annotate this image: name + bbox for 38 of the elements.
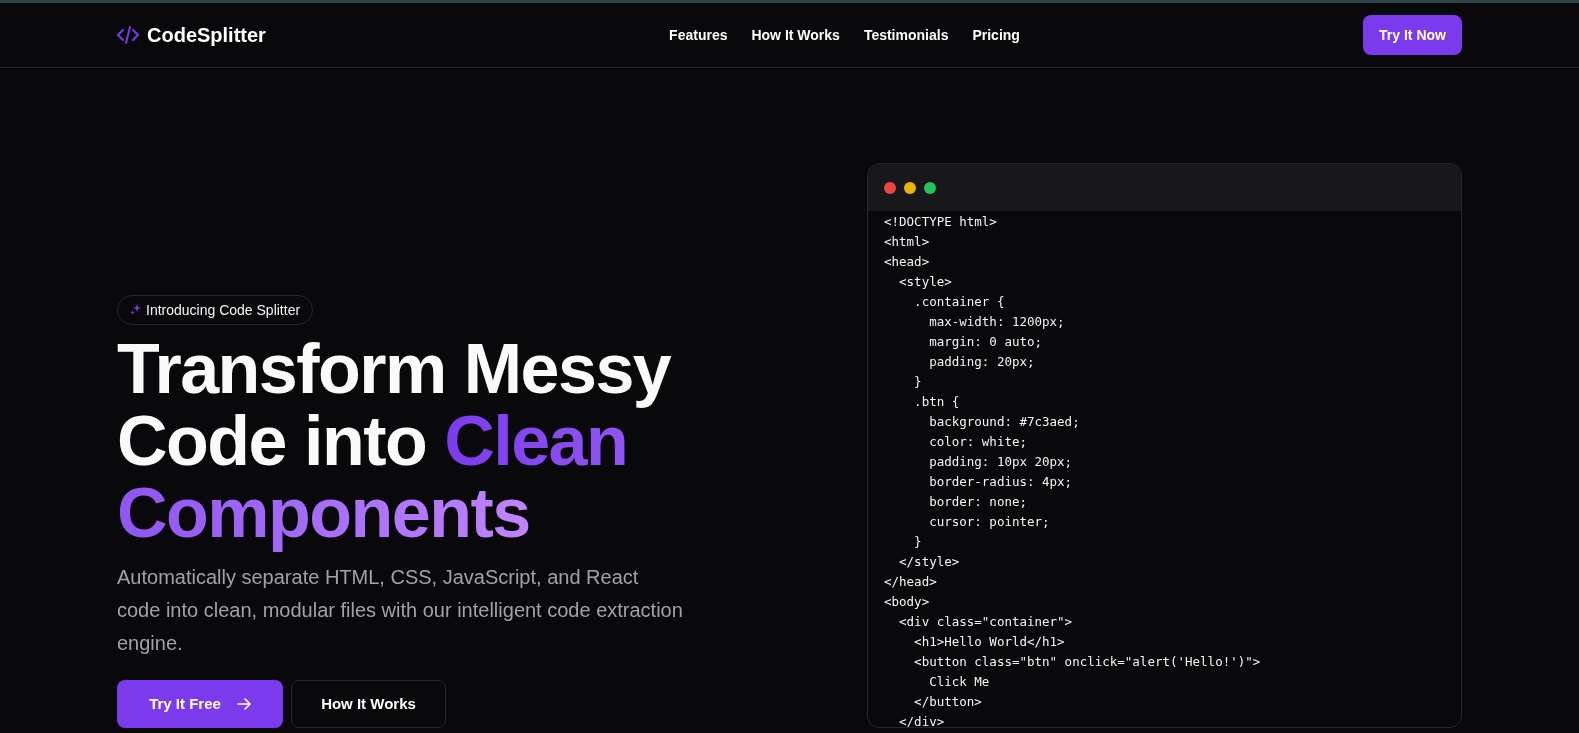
code-line: <button class="btn" onclick="alert('Hello!')"> <box>913 653 1261 671</box>
how-it-works-button[interactable]: How It Works <box>291 680 446 728</box>
code-line: </button> <box>913 693 982 711</box>
code-line: Click Me <box>928 673 990 691</box>
code-line: color: white; <box>928 433 1027 451</box>
logo-text[interactable]: CodeSplitter <box>147 20 266 50</box>
code-line: } <box>913 533 922 551</box>
code-line: .btn { <box>913 393 960 411</box>
code-line: background: #7c3aed; <box>928 413 1080 431</box>
code-line: } <box>913 373 922 391</box>
code-line: <body> <box>884 593 930 611</box>
code-line: padding: 20px; <box>928 353 1035 371</box>
code-line: padding: 10px 20px; <box>928 453 1073 471</box>
code-line: <h1>Hello World</h1> <box>913 633 1065 651</box>
nav-link[interactable]: How It Works <box>751 24 840 46</box>
hero-description: Automatically separate HTML, CSS, JavaScript, and React code into clean, modular files with our intelligent code extraction engine. <box>117 565 684 656</box>
code-line: <style> <box>898 273 952 291</box>
nav-link[interactable]: Features <box>669 24 728 46</box>
code-line: <!DOCTYPE html> <box>884 213 997 231</box>
code-line: margin: 0 auto; <box>928 333 1043 351</box>
sparkle-icon <box>130 304 142 316</box>
code-line: <head> <box>884 253 930 271</box>
arrow-right-icon <box>236 697 251 711</box>
nav-link[interactable]: Pricing <box>972 24 1020 46</box>
nav-link[interactable]: Testimonials <box>863 24 949 46</box>
code-line: </div> <box>898 713 945 727</box>
try-free-button[interactable]: Try It Free <box>117 680 283 728</box>
code-line: </style> <box>898 553 960 571</box>
code-line: max-width: 1200px; <box>928 313 1065 331</box>
code-line: .container { <box>913 293 1005 311</box>
code-line: cursor: pointer; <box>928 513 1050 531</box>
code-line: border-radius: 4px; <box>928 473 1073 491</box>
code-line: <div class="container"> <box>898 613 1073 631</box>
code-icon <box>117 26 139 44</box>
code-line: border: none; <box>928 493 1027 511</box>
try-it-now-button[interactable]: Try It Now <box>1363 15 1462 55</box>
code-line: </head> <box>884 573 937 591</box>
code-line: <html> <box>884 233 930 251</box>
